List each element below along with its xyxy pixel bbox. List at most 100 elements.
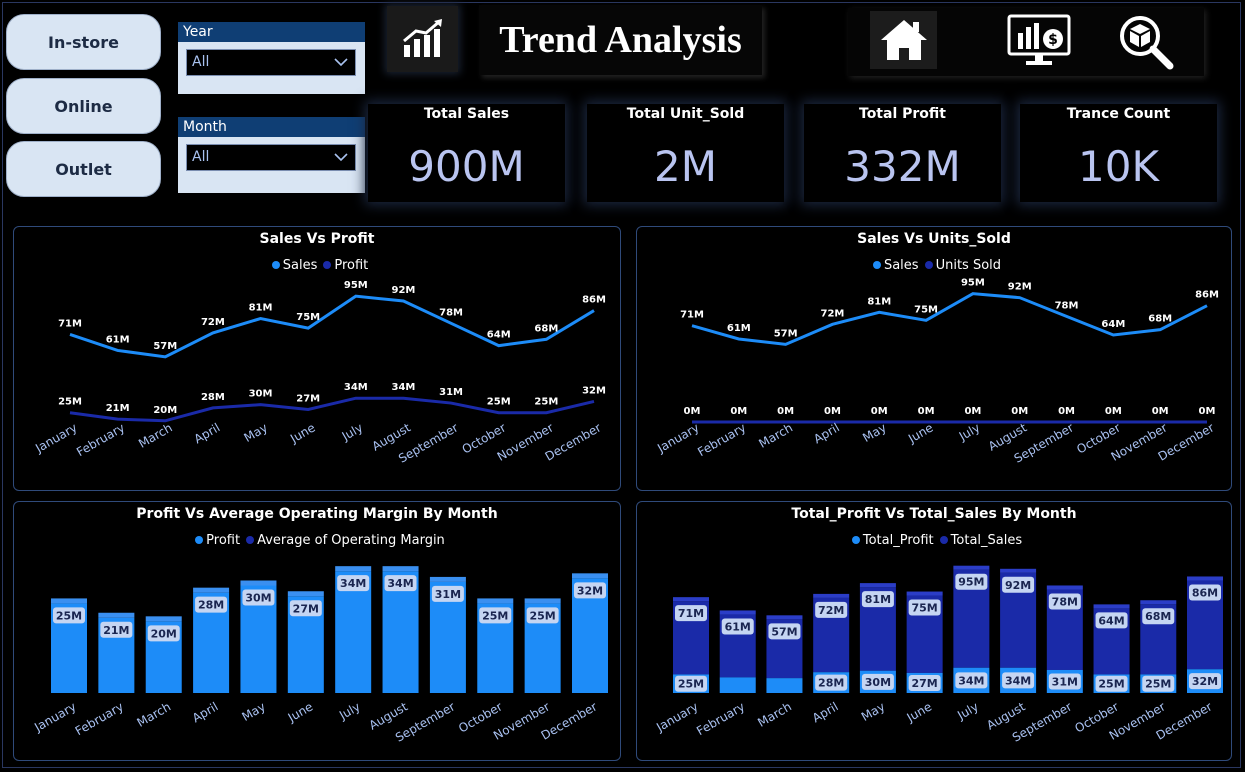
data-label: 61M xyxy=(727,323,751,334)
data-label: 61M xyxy=(725,620,751,633)
box-search-icon[interactable] xyxy=(1114,11,1178,73)
data-label: 0M xyxy=(1011,406,1028,417)
data-label: 34M xyxy=(392,382,416,393)
bar-operating-margin xyxy=(51,598,87,604)
data-label: 0M xyxy=(871,406,888,417)
bar-operating-margin xyxy=(287,591,324,597)
bar-total-sales-cap xyxy=(719,610,756,615)
bar-operating-margin xyxy=(477,598,514,604)
data-label: 0M xyxy=(1152,406,1169,417)
data-label: 25M xyxy=(678,678,704,691)
kpi-value: 2M xyxy=(654,142,717,191)
x-tick-label: January xyxy=(654,420,701,455)
data-label: 34M xyxy=(340,577,366,590)
data-label: 57M xyxy=(153,341,177,352)
x-tick-label: March xyxy=(135,699,174,729)
data-label: 25M xyxy=(58,397,82,408)
x-tick-label: January xyxy=(653,699,700,734)
svg-text:$: $ xyxy=(1048,32,1058,48)
outlet-button[interactable]: Outlet xyxy=(6,141,161,197)
series-line-profit xyxy=(69,396,595,423)
online-button[interactable]: Online xyxy=(6,78,161,134)
x-tick-label: July xyxy=(336,699,363,722)
data-label: 0M xyxy=(964,406,981,417)
data-label: 0M xyxy=(824,406,841,417)
x-tick-label: June xyxy=(905,420,936,446)
data-label: 32M xyxy=(577,584,603,597)
data-label: 57M xyxy=(774,328,798,339)
bar-total-profit xyxy=(766,678,803,693)
x-tick-label: April xyxy=(192,420,223,446)
bar-total-sales-cap xyxy=(859,583,896,588)
data-label: 68M xyxy=(534,323,558,334)
data-label: 25M xyxy=(1098,678,1124,691)
data-label: 95M xyxy=(344,280,368,291)
x-tick-label: May xyxy=(860,420,888,445)
data-label: 95M xyxy=(961,278,985,289)
in-store-button[interactable]: In-store xyxy=(6,14,161,70)
chevron-down-icon xyxy=(333,50,349,83)
data-label: 27M xyxy=(912,677,938,690)
data-label: 78M xyxy=(1052,595,1078,608)
bar-total-sales-cap xyxy=(1093,604,1130,609)
bar-total-sales-cap xyxy=(1000,568,1037,573)
bar-total-sales-cap xyxy=(953,565,990,570)
chart-plot: 25M 21M 20M 28M 30M 27M 34M 34M 31M 25M 25M 32M Janu… xyxy=(31,566,608,745)
data-label: 31M xyxy=(1052,675,1078,688)
data-label: 25M xyxy=(487,397,511,408)
data-label: 27M xyxy=(293,602,319,615)
trend-chart-icon xyxy=(387,6,458,72)
month-dropdown[interactable]: All xyxy=(186,144,356,171)
kpi-value: 900M xyxy=(408,142,525,191)
x-tick-label: July xyxy=(956,420,983,443)
data-label: 20M xyxy=(151,627,177,640)
data-label: 34M xyxy=(344,382,368,393)
month-slicer-label: Month xyxy=(178,117,365,137)
chevron-down-icon xyxy=(333,145,349,178)
bar-operating-margin xyxy=(240,580,277,586)
data-label: 86M xyxy=(1192,586,1218,599)
kpi-trance-count: Trance Count 10K xyxy=(1020,104,1217,202)
kpi-label: Trance Count xyxy=(1066,106,1171,122)
data-label: 0M xyxy=(684,406,701,417)
data-label: 81M xyxy=(865,593,891,606)
data-label: 34M xyxy=(387,577,413,590)
x-tick-label: June xyxy=(904,699,935,725)
finance-monitor-icon[interactable]: $ xyxy=(1004,12,1074,70)
data-label: 95M xyxy=(958,576,984,589)
bar-operating-margin xyxy=(335,566,372,572)
month-slicer: Month All xyxy=(178,117,365,193)
data-label: 81M xyxy=(867,296,891,307)
kpi-label: Total Profit xyxy=(859,106,946,122)
data-label: 34M xyxy=(1005,674,1031,687)
data-label: 28M xyxy=(201,392,225,403)
kpi-label: Total Sales xyxy=(423,106,510,122)
data-label: 0M xyxy=(1058,406,1075,417)
page-title-box: Trend Analysis xyxy=(479,5,762,75)
chart-plot: 71M 0M 61M 0M 57M 0M 72M 0M 81M 0M 75M 0M 95M 0M 92M 0M… xyxy=(654,278,1219,466)
data-label: 0M xyxy=(918,406,935,417)
kpi-value: 10K xyxy=(1078,142,1159,191)
x-tick-label: July xyxy=(954,699,981,722)
x-tick-label: March xyxy=(756,420,795,450)
x-tick-label: March xyxy=(755,699,794,729)
data-label: 71M xyxy=(680,310,704,321)
x-tick-label: May xyxy=(239,699,267,724)
x-tick-label: March xyxy=(136,420,175,450)
x-tick-label: April xyxy=(811,420,842,446)
chart-plot: 71M 25M 61M 57M 72M 28M 81M 30M 75M 27M 95M 34M 92M 3… xyxy=(653,565,1223,745)
data-label: 72M xyxy=(818,604,844,617)
data-label: 81M xyxy=(249,303,273,314)
data-label: 64M xyxy=(1098,614,1124,627)
x-tick-label: February xyxy=(694,699,747,738)
data-label: 25M xyxy=(530,609,556,622)
series-line-sales xyxy=(69,294,595,359)
nav-icon-bar: $ xyxy=(848,8,1204,76)
year-dropdown[interactable]: All xyxy=(186,49,356,76)
home-icon[interactable] xyxy=(870,11,937,69)
bar-total-sales-cap xyxy=(813,593,850,598)
bar-total-sales-cap xyxy=(766,615,803,620)
bar-operating-margin xyxy=(145,616,182,622)
bar-operating-margin xyxy=(572,573,608,579)
bar-total-sales-cap xyxy=(673,597,709,602)
